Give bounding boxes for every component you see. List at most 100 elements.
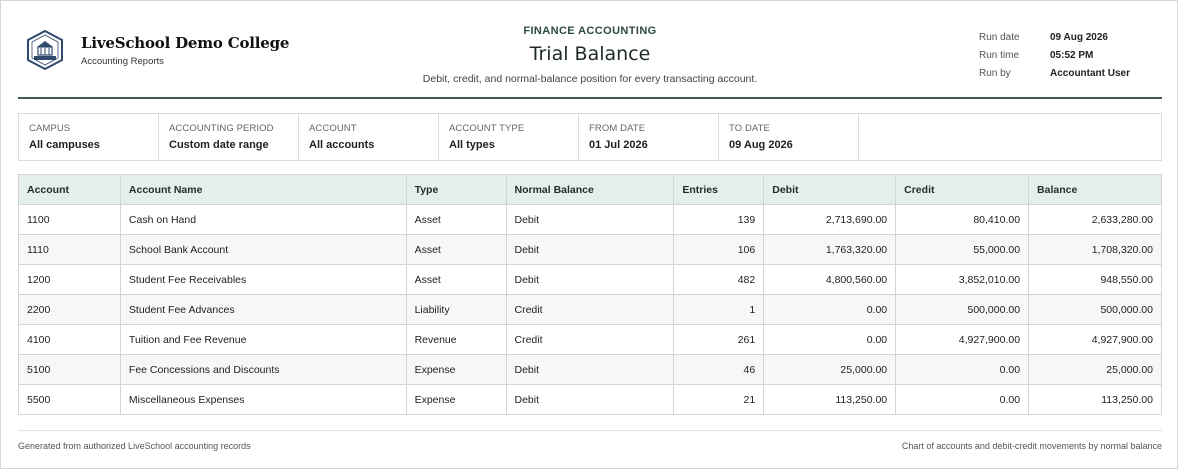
cell-normal-balance: Debit (505, 234, 675, 265)
cell-normal-balance: Debit (505, 204, 675, 235)
run-info: Run date 09 Aug 2026 Run time 05:52 PM R… (979, 28, 1130, 82)
cell-debit: 113,250.00 (763, 384, 897, 415)
cell-normal-balance: Credit (505, 324, 675, 355)
table-header-row: Account Account Name Type Normal Balance… (18, 174, 1162, 205)
cell-account-name: Cash on Hand (119, 204, 407, 235)
cell-account-name: Miscellaneous Expenses (119, 384, 407, 415)
column-header-account: Account (18, 174, 121, 205)
cell-normal-balance: Debit (505, 264, 675, 295)
filter-value: All types (449, 139, 495, 151)
report-header: LiveSchool Demo College Accounting Repor… (18, 19, 1162, 99)
cell-balance: 2,633,280.00 (1028, 204, 1162, 235)
cell-type: Asset (405, 204, 507, 235)
brand: LiveSchool Demo College Accounting Repor… (24, 29, 289, 71)
report-eyebrow: FINANCE ACCOUNTING (523, 25, 657, 37)
cell-account: 1200 (18, 264, 121, 295)
column-header-normal-balance: Normal Balance (505, 174, 675, 205)
cell-account-name: Fee Concessions and Discounts (119, 354, 407, 385)
cell-normal-balance: Debit (505, 354, 675, 385)
cell-account: 1110 (18, 234, 121, 265)
cell-debit: 2,713,690.00 (763, 204, 897, 235)
cell-debit: 0.00 (763, 294, 897, 325)
cell-type: Expense (405, 384, 507, 415)
cell-debit: 1,763,320.00 (763, 234, 897, 265)
cell-credit: 3,852,010.00 (895, 264, 1030, 295)
cell-account: 2200 (18, 294, 121, 325)
filter-account: Account All accounts (299, 114, 439, 160)
filter-bar: Campus All campuses Accounting Period Cu… (18, 113, 1162, 161)
filter-value: Custom date range (169, 139, 269, 151)
footer-source-note: Generated from authorized LiveSchool acc… (18, 441, 251, 451)
table-row: 1110 School Bank Account Asset Debit 106… (18, 234, 1162, 265)
cell-debit: 0.00 (763, 324, 897, 355)
column-header-credit: Credit (895, 174, 1030, 205)
filter-label: To Date (729, 123, 770, 134)
filter-label: Campus (29, 123, 71, 134)
table-row: 2200 Student Fee Advances Liability Cred… (18, 294, 1162, 325)
cell-account: 5500 (18, 384, 121, 415)
column-header-account-name: Account Name (119, 174, 407, 205)
cell-credit: 80,410.00 (895, 204, 1030, 235)
trial-balance-table: Account Account Name Type Normal Balance… (18, 174, 1162, 415)
cell-entries: 21 (673, 384, 765, 415)
run-by-value: Accountant User (1050, 67, 1131, 79)
cell-credit: 0.00 (895, 354, 1030, 385)
run-date-label: Run date (979, 31, 1020, 43)
filter-value: All campuses (29, 139, 100, 151)
cell-type: Revenue (405, 324, 507, 355)
filter-label: Account Type (449, 123, 525, 134)
cell-entries: 106 (673, 234, 765, 265)
run-by-label: Run by (979, 67, 1011, 79)
column-header-debit: Debit (763, 174, 897, 205)
table-row: 1100 Cash on Hand Asset Debit 139 2,713,… (18, 204, 1162, 235)
run-date-row: Run date 09 Aug 2026 (979, 28, 1130, 46)
cell-type: Asset (405, 234, 507, 265)
cell-balance: 1,708,320.00 (1028, 234, 1162, 265)
cell-balance: 113,250.00 (1028, 384, 1162, 415)
footer-scope-note: Chart of accounts and debit-credit movem… (901, 441, 1162, 451)
cell-balance: 25,000.00 (1028, 354, 1162, 385)
table-body: 1100 Cash on Hand Asset Debit 139 2,713,… (18, 204, 1162, 415)
cell-credit: 500,000.00 (895, 294, 1030, 325)
cell-normal-balance: Debit (505, 384, 675, 415)
cell-entries: 482 (673, 264, 765, 295)
table-row: 4100 Tuition and Fee Revenue Revenue Cre… (18, 324, 1162, 355)
filter-value: All accounts (309, 139, 375, 151)
run-date-value: 09 Aug 2026 (1050, 31, 1108, 43)
filter-label: From Date (589, 123, 646, 134)
cell-entries: 261 (673, 324, 765, 355)
run-time-row: Run time 05:52 PM (979, 46, 1130, 64)
report-description: Debit, credit, and normal-balance positi… (422, 73, 758, 85)
filter-label: Accounting Period (169, 123, 274, 134)
report-footer: Generated from authorized LiveSchool acc… (18, 430, 1162, 451)
cell-debit: 4,800,560.00 (763, 264, 897, 295)
table-row: 1200 Student Fee Receivables Asset Debit… (18, 264, 1162, 295)
cell-type: Liability (405, 294, 507, 325)
brand-subtitle: Accounting Reports (81, 55, 164, 67)
column-header-entries: Entries (673, 174, 765, 205)
filter-campus: Campus All campuses (19, 114, 159, 160)
cell-entries: 1 (673, 294, 765, 325)
cell-balance: 4,927,900.00 (1028, 324, 1162, 355)
cell-account: 5100 (18, 354, 121, 385)
cell-account-name: Student Fee Advances (119, 294, 407, 325)
cell-credit: 0.00 (895, 384, 1030, 415)
cell-account-name: School Bank Account (119, 234, 407, 265)
filter-to-date: To Date 09 Aug 2026 (719, 114, 859, 160)
run-by-row: Run by Accountant User (979, 64, 1130, 82)
column-header-balance: Balance (1028, 174, 1162, 205)
report-heading: FINANCE ACCOUNTING Trial Balance Debit, … (318, 25, 862, 85)
cell-account-name: Tuition and Fee Revenue (119, 324, 407, 355)
filter-value: 09 Aug 2026 (729, 139, 793, 151)
run-time-value: 05:52 PM (1050, 49, 1094, 61)
filter-from-date: From Date 01 Jul 2026 (579, 114, 719, 160)
school-crest-icon (27, 29, 63, 71)
column-header-type: Type (405, 174, 507, 205)
report-page: LiveSchool Demo College Accounting Repor… (0, 0, 1178, 469)
cell-balance: 500,000.00 (1028, 294, 1162, 325)
cell-credit: 55,000.00 (895, 234, 1030, 265)
cell-normal-balance: Credit (505, 294, 675, 325)
table-row: 5100 Fee Concessions and Discounts Expen… (18, 354, 1162, 385)
cell-entries: 139 (673, 204, 765, 235)
filter-account-type: Account Type All types (439, 114, 579, 160)
